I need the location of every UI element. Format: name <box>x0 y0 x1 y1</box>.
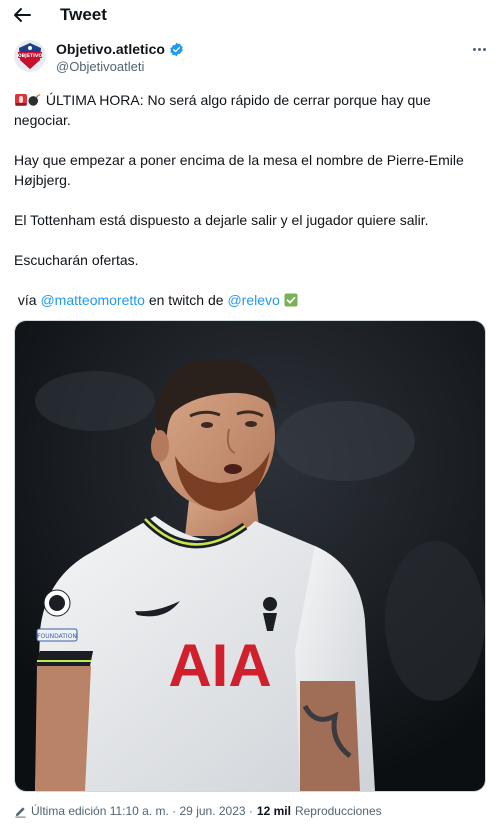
bomb-emoji-icon <box>28 93 41 106</box>
shirt-sponsor-text: AIA <box>168 632 271 699</box>
tweet-paragraph-5: vía @matteomoretto en twitch de @relevo <box>14 290 484 310</box>
more-dot <box>472 47 476 51</box>
author-name[interactable]: Objetivo.atletico <box>56 41 184 58</box>
page-title: Tweet <box>60 5 107 24</box>
back-button[interactable] <box>10 3 34 27</box>
verified-badge-icon <box>170 42 183 57</box>
sleeve-patch-text: FOUNDATION <box>37 633 77 640</box>
credit-middle: en twitch de <box>144 292 228 308</box>
avatar[interactable]: OBJETIVO <box>14 40 46 72</box>
pencil-icon <box>15 806 26 818</box>
player-photo-illustration: FOUNDATION AIA <box>15 321 485 791</box>
tweet-line-1: ÚLTIMA HORA: No será algo rápido de cerr… <box>14 92 435 128</box>
tweet-text: ÚLTIMA HORA: No será algo rápido de cerr… <box>14 90 484 330</box>
more-dot <box>482 47 486 51</box>
mention-matteomoretto[interactable]: @matteomoretto <box>40 292 144 308</box>
siren-emoji-icon <box>15 94 27 106</box>
tweet-paragraph-3: El Tottenham está dispuesto a dejarle sa… <box>14 212 429 228</box>
author-handle[interactable]: @Objetivoatleti <box>56 59 144 75</box>
avatar-logo-text: OBJETIVO <box>18 53 43 59</box>
check-mark-emoji-icon <box>284 293 298 307</box>
author-name-text: Objetivo.atletico <box>56 41 165 57</box>
tweet-paragraph-1: ÚLTIMA HORA: No será algo rápido de cerr… <box>14 90 484 130</box>
tweet-header: Tweet <box>0 0 500 32</box>
tweet-photo[interactable]: FOUNDATION AIA <box>14 320 486 792</box>
tweet-paragraph-2: Hay que empezar a poner encima de la mes… <box>14 152 468 188</box>
arrow-left-icon <box>14 8 31 22</box>
more-dot <box>477 47 481 51</box>
views-label: Reproducciones <box>294 804 382 818</box>
mention-relevo[interactable]: @relevo <box>227 292 279 308</box>
tweet-meta: Última edición 11:10 a. m. · 29 jun. 202… <box>14 803 382 819</box>
edited-timestamp[interactable]: Última edición 11:10 a. m. · 29 jun. 202… <box>31 803 253 819</box>
more-options-button[interactable] <box>470 42 488 56</box>
tweet-paragraph-4: Escucharán ofertas. <box>14 252 139 268</box>
views-count: 12 mil <box>256 804 291 818</box>
credit-prefix: vía <box>14 292 41 308</box>
